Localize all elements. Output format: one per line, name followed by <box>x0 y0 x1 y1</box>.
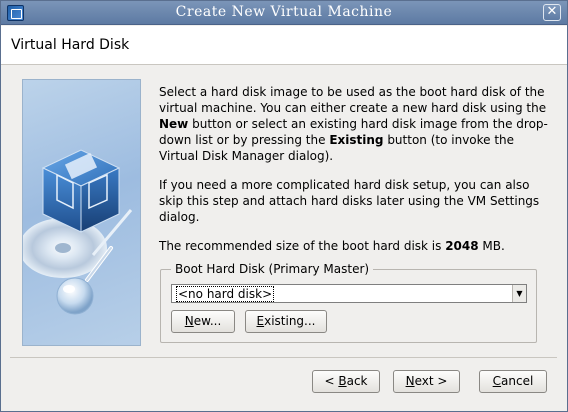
existing-keyword: Existing <box>329 133 384 147</box>
recommended-size-unit: MB. <box>478 239 505 253</box>
description-paragraph-2: If you need a more complicated hard disk… <box>159 178 540 224</box>
hard-disk-select[interactable]: <no hard disk> ▼ <box>171 284 527 303</box>
selected-hard-disk: <no hard disk> <box>176 286 275 302</box>
chevron-down-icon[interactable]: ▼ <box>512 285 526 302</box>
back-button[interactable]: < Back <box>312 370 380 393</box>
button-label-part: ancel <box>501 374 534 388</box>
boot-hard-disk-group: Boot Hard Disk (Primary Master) <no hard… <box>160 262 537 343</box>
wizard-header: Virtual Hard Disk <box>1 26 567 65</box>
existing-disk-button[interactable]: Existing... <box>245 310 327 333</box>
description-text: Select a hard disk image to be used as t… <box>159 84 551 267</box>
new-keyword: New <box>159 117 189 131</box>
button-label-part: ext > <box>414 374 448 388</box>
button-label-part: xisting... <box>264 314 316 328</box>
button-label-part: ew... <box>193 314 222 328</box>
button-mnemonic: B <box>338 374 347 388</box>
window-title: Create New Virtual Machine <box>175 4 393 20</box>
virtualbox-cube-disc-illustration <box>22 79 141 346</box>
button-mnemonic: N <box>184 314 194 328</box>
close-icon[interactable]: ✕ <box>543 4 561 21</box>
button-mnemonic: N <box>405 374 415 388</box>
button-label-part: ack <box>346 374 368 388</box>
new-disk-button[interactable]: New... <box>171 310 235 333</box>
button-label-part: < <box>324 374 339 388</box>
next-button[interactable]: Next > <box>393 370 460 393</box>
recommended-size-label: The recommended size of the boot hard di… <box>159 239 446 253</box>
cancel-button[interactable]: Cancel <box>479 370 547 393</box>
button-mnemonic: C <box>492 374 502 388</box>
recommended-size-value: 2048 <box>445 239 479 253</box>
button-mnemonic: E <box>256 314 265 328</box>
group-label: Boot Hard Disk (Primary Master) <box>171 262 374 276</box>
page-title: Virtual Hard Disk <box>11 37 130 53</box>
dialog-window: Create New Virtual Machine ✕ Virtual Har… <box>0 0 568 412</box>
description-text-part: Select a hard disk image to be used as t… <box>159 85 547 115</box>
description-paragraph-1: Select a hard disk image to be used as t… <box>159 84 551 164</box>
description-paragraph-3: The recommended size of the boot hard di… <box>159 238 551 254</box>
title-bar[interactable]: Create New Virtual Machine ✕ <box>1 1 567 25</box>
